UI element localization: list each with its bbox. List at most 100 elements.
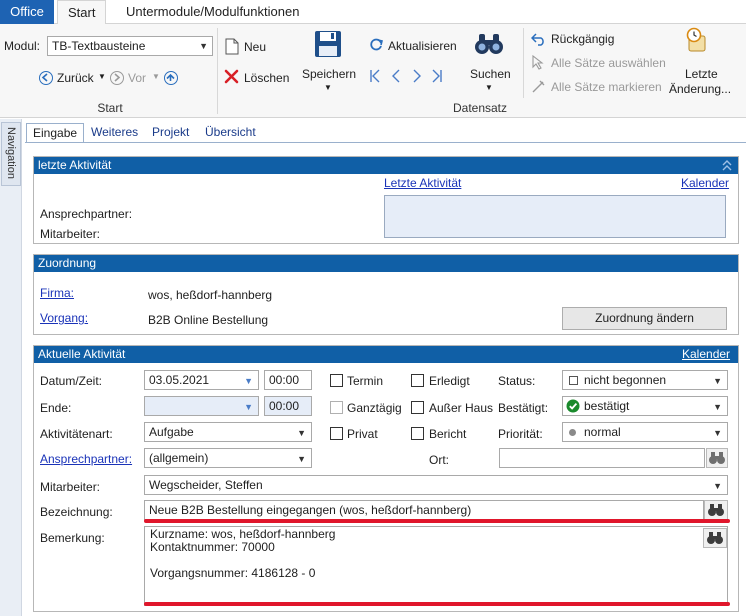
suchen-button[interactable]: Suchen <box>470 67 511 81</box>
privat-checkbox[interactable] <box>330 427 343 440</box>
bezeichnung-value: Neue B2B Bestellung eingegangen (wos, he… <box>149 503 472 517</box>
forward-dropdown-icon: ▼ <box>152 72 160 81</box>
chevron-down-icon: ▼ <box>713 376 722 386</box>
zeit-input[interactable]: 00:00 <box>264 370 312 390</box>
back-button[interactable]: Zurück <box>57 71 94 85</box>
tab-uebersicht[interactable]: Übersicht <box>199 123 262 143</box>
mark-all-icon <box>532 80 545 93</box>
group-label-start: Start <box>97 101 123 115</box>
zeit-value: 00:00 <box>269 373 300 387</box>
neu-button[interactable]: Neu <box>244 40 266 54</box>
binoculars-icon[interactable] <box>474 32 504 56</box>
alle-saetze-auswaehlen-button: Alle Sätze auswählen <box>551 56 666 70</box>
modul-select[interactable]: TB-Textbausteine ▼ <box>47 36 213 56</box>
ansprechpartner-select[interactable]: (allgemein) ▼ <box>144 448 312 468</box>
prioritaet-select[interactable]: normal ▼ <box>562 422 728 442</box>
refresh-icon[interactable] <box>369 37 384 52</box>
ausser-haus-label: Außer Haus <box>429 401 494 415</box>
select-all-icon <box>532 55 544 70</box>
alle-saetze-markieren-button: Alle Sätze markieren <box>551 80 662 94</box>
bezeichnung-search-button[interactable] <box>704 500 728 520</box>
tab-untermodule[interactable]: Untermodule/Modulfunktionen <box>116 0 309 25</box>
status-select[interactable]: nicht begonnen ▼ <box>562 370 728 390</box>
bemerkung-textarea[interactable]: Kurzname: wos, heßdorf-hannberg Kontaktn… <box>144 526 728 606</box>
aktivitaetenart-select[interactable]: Aufgabe ▼ <box>144 422 312 442</box>
bemerkung-line: Kontaktnummer: 70000 <box>150 540 275 554</box>
ribbon-separator <box>217 28 218 114</box>
ganztaegig-checkbox[interactable] <box>330 401 343 414</box>
mitarbeiter-select[interactable]: Wegscheider, Steffen ▼ <box>144 475 728 495</box>
chevron-down-icon: ▼ <box>297 428 306 438</box>
undo-icon[interactable] <box>531 32 546 46</box>
aktivitaetenart-value: Aufgabe <box>149 425 194 439</box>
section-header: Zuordnung <box>34 255 738 272</box>
collapse-icon[interactable] <box>722 160 732 171</box>
vorgang-link[interactable]: Vorgang: <box>40 311 88 325</box>
ansprechpartner-link[interactable]: Ansprechpartner: <box>40 452 132 466</box>
tab-eingabe[interactable]: Eingabe <box>26 123 85 143</box>
bericht-checkbox[interactable] <box>411 427 424 440</box>
record-navigation[interactable] <box>369 69 459 83</box>
ausser-haus-checkbox[interactable] <box>411 401 424 414</box>
tab-office[interactable]: Office <box>0 0 54 24</box>
new-doc-icon[interactable] <box>225 38 239 55</box>
status-square-icon <box>569 376 578 385</box>
bestaetigt-select[interactable]: bestätigt ▼ <box>562 396 728 416</box>
kalender-header-link[interactable]: Kalender <box>682 347 730 361</box>
navigation-panel-tab[interactable]: Navigation <box>1 122 21 186</box>
back-circle-icon[interactable] <box>39 71 53 85</box>
ribbon-separator <box>523 28 524 98</box>
up-circle-icon[interactable] <box>164 71 178 85</box>
calendar-dropdown-icon[interactable]: ▼ <box>244 398 253 415</box>
erledigt-checkbox[interactable] <box>411 374 424 387</box>
letzte-aenderung-line1[interactable]: Letzte <box>685 67 718 81</box>
bezeichnung-input[interactable]: Neue B2B Bestellung eingegangen (wos, he… <box>144 500 704 520</box>
chevron-down-icon: ▼ <box>297 454 306 464</box>
speichern-dropdown-icon[interactable]: ▼ <box>324 83 332 92</box>
termin-checkbox[interactable] <box>330 374 343 387</box>
aktualisieren-button[interactable]: Aktualisieren <box>388 39 457 53</box>
section-header: letzte Aktivität <box>34 157 738 174</box>
letzte-aktivitaet-link[interactable]: Letzte Aktivität <box>384 176 461 190</box>
letzte-aenderung-line2[interactable]: Änderung... <box>669 82 731 96</box>
section-header: Aktuelle Aktivität <box>34 346 738 363</box>
calendar-dropdown-icon[interactable]: ▼ <box>244 372 253 389</box>
clock-scroll-icon[interactable] <box>684 27 710 53</box>
tab-start[interactable]: Start <box>57 0 107 25</box>
tab-weiteres[interactable]: Weiteres <box>85 123 144 143</box>
modul-value: TB-Textbausteine <box>52 39 146 53</box>
status-value: nicht begonnen <box>584 373 667 387</box>
datum-input[interactable]: 03.05.2021 ▼ <box>144 370 259 390</box>
ende-zeit-value: 00:00 <box>269 399 300 413</box>
navigation-strip <box>0 119 22 616</box>
highlight-underline <box>144 602 730 606</box>
speichern-button[interactable]: Speichern <box>302 67 356 81</box>
chevron-down-icon: ▼ <box>713 481 722 491</box>
chevron-down-icon: ▼ <box>713 402 722 412</box>
delete-x-icon[interactable] <box>224 69 239 84</box>
section-title: Zuordnung <box>38 256 97 270</box>
erledigt-label: Erledigt <box>429 374 470 388</box>
ort-input[interactable] <box>499 448 705 468</box>
rueckgaengig-button[interactable]: Rückgängig <box>551 32 614 46</box>
kalender-link[interactable]: Kalender <box>681 176 729 190</box>
bemerkung-search-button[interactable] <box>703 528 727 548</box>
zuordnung-aendern-button[interactable]: Zuordnung ändern <box>562 307 727 330</box>
bemerkung-line: Vorgangsnummer: 4186128 - 0 <box>150 566 316 580</box>
vorgang-value: B2B Online Bestellung <box>148 313 269 327</box>
save-disk-icon[interactable] <box>314 30 342 58</box>
ende-label: Ende: <box>40 401 72 415</box>
suchen-dropdown-icon[interactable]: ▼ <box>485 83 493 92</box>
back-dropdown-icon[interactable]: ▼ <box>98 72 106 81</box>
bezeichnung-label: Bezeichnung: <box>40 505 113 519</box>
ende-zeit-input[interactable]: 00:00 <box>264 396 312 416</box>
termin-label: Termin <box>347 374 384 388</box>
firma-link[interactable]: Firma: <box>40 286 74 300</box>
aktivitaetenart-label: Aktivitätenart: <box>40 427 113 441</box>
chevron-down-icon: ▼ <box>199 41 208 51</box>
loeschen-button[interactable]: Löschen <box>244 71 289 85</box>
ende-datum-input[interactable]: ▼ <box>144 396 259 416</box>
ribbon-tab-bar: Office Start Untermodule/Modulfunktionen <box>0 0 746 25</box>
ort-search-button[interactable] <box>706 448 728 468</box>
tab-projekt[interactable]: Projekt <box>146 123 195 143</box>
